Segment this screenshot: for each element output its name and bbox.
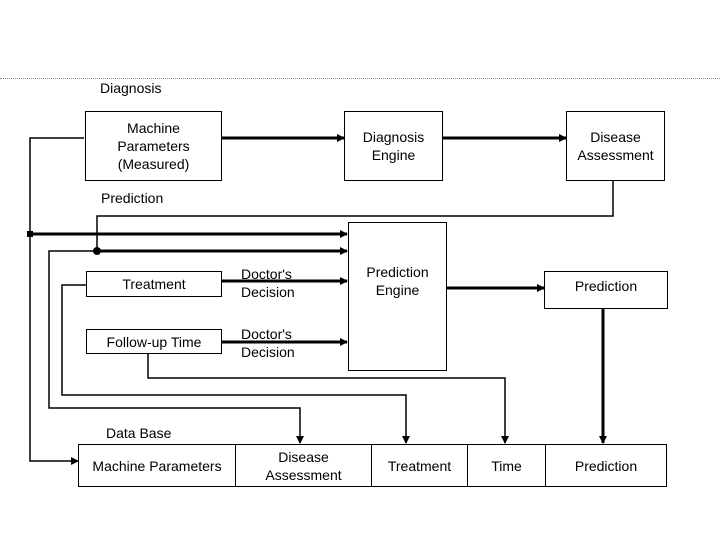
section-label-prediction: Prediction — [101, 190, 164, 206]
section-label-diagnosis: Diagnosis — [100, 80, 162, 96]
machine-parameters-measured-box: Machine Parameters (Measured) — [85, 111, 222, 181]
db-field-machine-parameters: Machine Parameters — [79, 445, 236, 486]
disease-assessment-box: Disease Assessment — [566, 111, 665, 181]
section-label-database: Data Base — [106, 425, 172, 441]
db-field-treatment: Treatment — [372, 445, 468, 486]
prediction-engine-box: Prediction Engine — [348, 222, 447, 371]
wire-followup-to-db — [147, 353, 509, 444]
diagnosis-engine-box: Diagnosis Engine — [344, 111, 443, 181]
wire-params-to-db — [29, 137, 84, 465]
junction-square — [27, 231, 33, 237]
prediction-output-box: Prediction — [544, 271, 668, 309]
db-field-prediction: Prediction — [574, 457, 638, 474]
db-field-time: Time — [468, 445, 546, 486]
follow-up-time-box: Follow-up Time — [86, 329, 222, 354]
doctors-decision-label-2: Doctor's Decision — [241, 326, 295, 360]
db-field-disease-assessment: Disease Assessment — [236, 445, 372, 486]
doctors-decision-label-1: Doctor's Decision — [241, 266, 295, 300]
treatment-box: Treatment — [86, 271, 222, 297]
junction-dot — [93, 247, 101, 255]
database-table: Machine Parameters Disease Assessment Tr… — [78, 444, 667, 487]
